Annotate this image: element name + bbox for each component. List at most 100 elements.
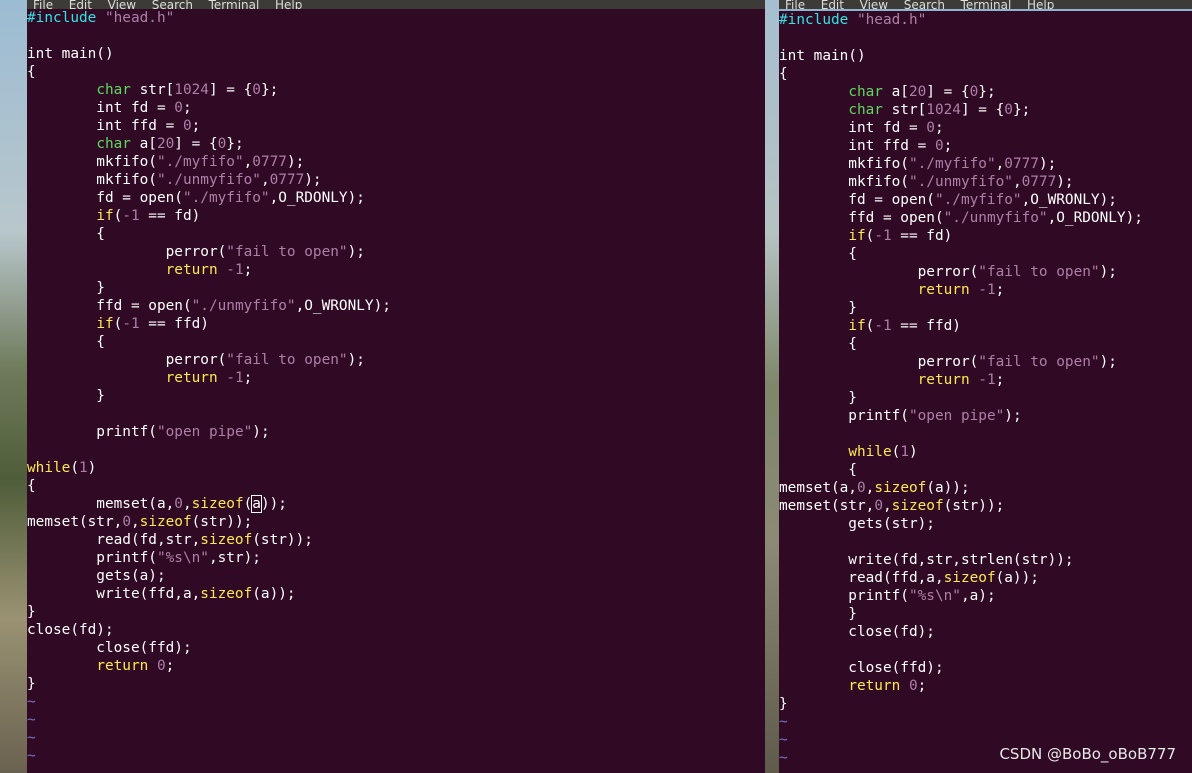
code-token-num: 0 bbox=[934, 138, 944, 154]
code-line: write(fd,str,strlen(str)); bbox=[779, 551, 1192, 569]
code-token-num: -1 bbox=[874, 228, 892, 244]
code-token: }; bbox=[978, 84, 996, 100]
code-line: } bbox=[27, 675, 765, 693]
menu-search[interactable]: Search bbox=[904, 0, 945, 9]
menu-bar: File Edit View Search Terminal Help bbox=[779, 0, 1192, 9]
menu-terminal[interactable]: Terminal bbox=[961, 0, 1012, 9]
code-line: gets(str); bbox=[779, 515, 1192, 533]
code-token-str: "fail to open" bbox=[978, 354, 1100, 370]
code-line: perror("fail to open"); bbox=[779, 263, 1192, 281]
menu-view[interactable]: View bbox=[108, 0, 136, 9]
code-token: int ffd = bbox=[779, 138, 935, 154]
code-token: (a)); bbox=[926, 480, 970, 496]
code-line: write(ffd,a,sizeof(a)); bbox=[27, 585, 765, 603]
text-cursor: a bbox=[251, 495, 262, 513]
code-line: { bbox=[27, 63, 765, 81]
code-token-tilde: ~ bbox=[779, 732, 788, 748]
code-line: int ffd = 0; bbox=[27, 117, 765, 135]
code-token-pre: #include bbox=[27, 10, 105, 26]
code-token-num: -1 bbox=[978, 372, 996, 388]
code-token: } bbox=[779, 390, 857, 406]
code-token-str: "fail to open" bbox=[226, 352, 348, 368]
code-token-num: 0 bbox=[252, 82, 261, 98]
code-token: gets(a); bbox=[27, 568, 166, 584]
code-token-num: 1024 bbox=[174, 82, 209, 98]
code-token: ; bbox=[995, 282, 1005, 298]
code-token: memset(a, bbox=[779, 480, 857, 496]
menu-file[interactable]: File bbox=[33, 0, 53, 9]
code-token: int ffd = bbox=[27, 118, 183, 134]
code-token: write(fd,str,strlen(str)); bbox=[779, 552, 1074, 568]
code-line: { bbox=[27, 477, 765, 495]
code-token: ( bbox=[70, 460, 79, 476]
code-line: int main() bbox=[779, 47, 1192, 65]
code-line: { bbox=[779, 461, 1192, 479]
code-token-tilde: ~ bbox=[27, 712, 36, 728]
code-token: int main() bbox=[27, 46, 114, 62]
code-token-num: 0 bbox=[156, 658, 166, 674]
terminal-window-left[interactable]: File Edit View Search Terminal Help #inc… bbox=[27, 0, 765, 773]
code-token-ctl: return bbox=[96, 658, 149, 674]
code-token: close(fd); bbox=[779, 624, 935, 640]
code-token-num: 0777 bbox=[252, 154, 287, 170]
code-token: == fd) bbox=[891, 228, 953, 244]
code-line: int ffd = 0; bbox=[779, 137, 1192, 155]
source-code-writer[interactable]: #include "head.h" int main(){ char a[20] … bbox=[779, 11, 1192, 767]
terminal-window-right[interactable]: File Edit View Search Terminal Help #inc… bbox=[779, 0, 1192, 773]
menu-file[interactable]: File bbox=[785, 0, 805, 9]
menu-help[interactable]: Help bbox=[275, 0, 302, 9]
menu-search[interactable]: Search bbox=[152, 0, 193, 9]
code-token: ( bbox=[891, 444, 901, 460]
code-line: { bbox=[27, 333, 765, 351]
menu-view[interactable]: View bbox=[860, 0, 888, 9]
vim-editor-right[interactable]: #include "head.h" int main(){ char a[20] … bbox=[779, 11, 1192, 773]
code-token-ctl: return bbox=[165, 262, 218, 278]
code-line: { bbox=[27, 225, 765, 243]
code-line: gets(a); bbox=[27, 567, 765, 585]
code-token: close(ffd); bbox=[779, 660, 944, 676]
code-line: int fd = 0; bbox=[27, 99, 765, 117]
code-token: str[ bbox=[130, 82, 175, 98]
code-token-ctl: while bbox=[848, 444, 892, 460]
code-line: return -1; bbox=[779, 371, 1192, 389]
code-line: mkfifo("./unmyfifo",0777); bbox=[779, 173, 1192, 191]
source-code-reader[interactable]: #include "head.h" int main(){ char str[10… bbox=[27, 9, 765, 765]
code-token: int fd = bbox=[27, 100, 175, 116]
vim-editor-left[interactable]: #include "head.h" int main(){ char str[10… bbox=[27, 9, 765, 773]
code-token-num: 1024 bbox=[926, 102, 961, 118]
code-token: memset(str, bbox=[779, 498, 875, 514]
code-token: , bbox=[130, 514, 140, 530]
code-token-str: "./myfifo" bbox=[934, 192, 1022, 208]
menu-edit[interactable]: Edit bbox=[821, 0, 844, 9]
code-token-tilde: ~ bbox=[779, 750, 788, 766]
code-line: int main() bbox=[27, 45, 765, 63]
code-token-ctl: return bbox=[917, 372, 970, 388]
menu-help[interactable]: Help bbox=[1027, 0, 1054, 9]
code-line: if(-1 == fd) bbox=[27, 207, 765, 225]
code-token: { bbox=[27, 334, 105, 350]
code-line: ~ bbox=[27, 729, 765, 747]
code-line: read(ffd,a,sizeof(a)); bbox=[779, 569, 1192, 587]
code-token: ); bbox=[347, 352, 365, 368]
code-token-tilde: ~ bbox=[27, 748, 36, 764]
code-token-tilde: ~ bbox=[27, 694, 36, 710]
code-line: close(ffd); bbox=[27, 639, 765, 657]
code-token: ) bbox=[908, 444, 918, 460]
code-token: } bbox=[27, 676, 36, 692]
menu-edit[interactable]: Edit bbox=[69, 0, 92, 9]
watermark-label: CSDN @BoBo_oBoB777 bbox=[999, 745, 1176, 763]
code-line: read(fd,str,sizeof(str)); bbox=[27, 531, 765, 549]
code-token: ); bbox=[286, 154, 305, 170]
menu-terminal[interactable]: Terminal bbox=[209, 0, 260, 9]
code-line: ffd = open("./unmyfifo",O_WRONLY); bbox=[27, 297, 765, 315]
code-token: ] = { bbox=[960, 102, 1005, 118]
code-token-ctl: while bbox=[27, 460, 71, 476]
code-token: { bbox=[779, 462, 857, 478]
code-token: == fd) bbox=[139, 208, 201, 224]
